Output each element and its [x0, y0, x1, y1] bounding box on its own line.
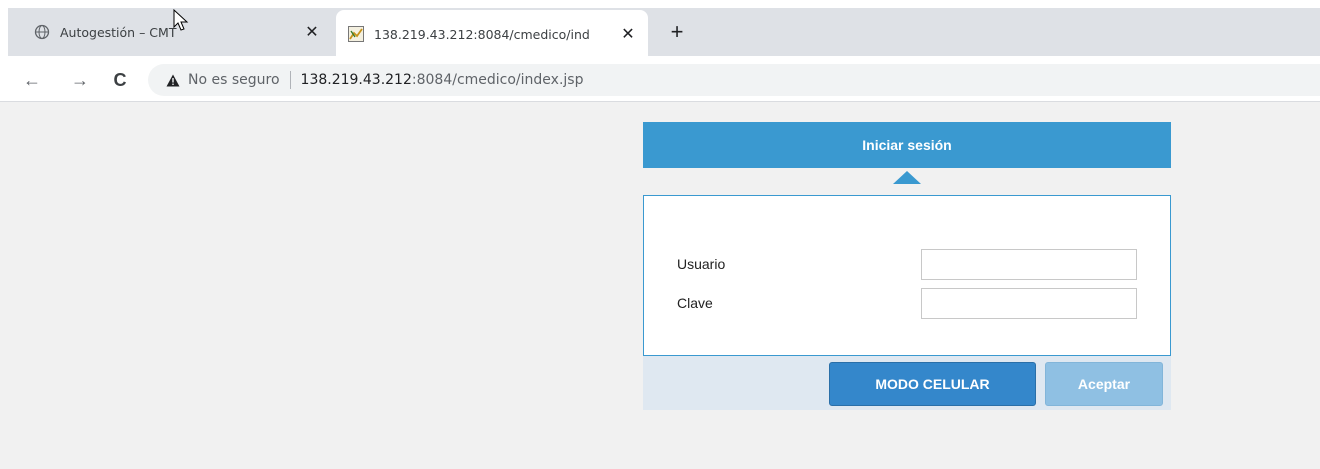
browser-toolbar: ← → C No es seguro 138.219.43.212 :8084/…	[0, 58, 1320, 102]
password-input[interactable]	[921, 287, 1137, 319]
password-label: Clave	[677, 295, 713, 311]
tab-cmedico[interactable]: 138.219.43.212:8084/cmedico/ind ✕	[336, 10, 648, 58]
close-icon[interactable]: ✕	[300, 20, 324, 44]
tab-title: 138.219.43.212:8084/cmedico/ind	[374, 26, 590, 42]
header-pointer-icon	[893, 171, 921, 184]
site-favicon-icon	[348, 26, 364, 42]
username-input[interactable]	[921, 248, 1137, 280]
mouse-cursor-icon	[173, 9, 189, 31]
url-path: :8084/cmedico/index.jsp	[411, 72, 584, 88]
login-form: Usuario Clave	[643, 195, 1171, 356]
username-label: Usuario	[677, 256, 726, 272]
login-footer: MODO CELULAR Aceptar	[643, 356, 1171, 410]
address-separator	[289, 71, 291, 89]
login-panel: Iniciar sesión Usuario Clave MODO CELULA…	[643, 122, 1171, 410]
security-label[interactable]: No es seguro	[188, 72, 280, 88]
reload-button[interactable]: C	[108, 68, 132, 92]
back-button[interactable]: ←	[20, 68, 44, 92]
warning-icon[interactable]	[166, 73, 180, 87]
globe-icon	[34, 24, 50, 40]
new-tab-button[interactable]: +	[663, 18, 691, 46]
page-content: Iniciar sesión Usuario Clave MODO CELULA…	[0, 103, 1320, 469]
accept-button[interactable]: Aceptar	[1045, 362, 1163, 406]
password-row: Clave	[677, 287, 1137, 319]
close-icon[interactable]: ✕	[616, 22, 640, 46]
browser-tab-strip: Autogestión – CMT ✕ 138.219.43.212:8084/…	[0, 0, 1320, 58]
forward-button[interactable]: →	[68, 68, 92, 92]
mobile-mode-button[interactable]: MODO CELULAR	[829, 362, 1036, 406]
url-host: 138.219.43.212	[300, 72, 412, 88]
login-header: Iniciar sesión	[643, 122, 1171, 168]
username-row: Usuario	[677, 248, 1137, 280]
address-bar[interactable]: No es seguro 138.219.43.212 :8084/cmedic…	[148, 64, 1320, 96]
